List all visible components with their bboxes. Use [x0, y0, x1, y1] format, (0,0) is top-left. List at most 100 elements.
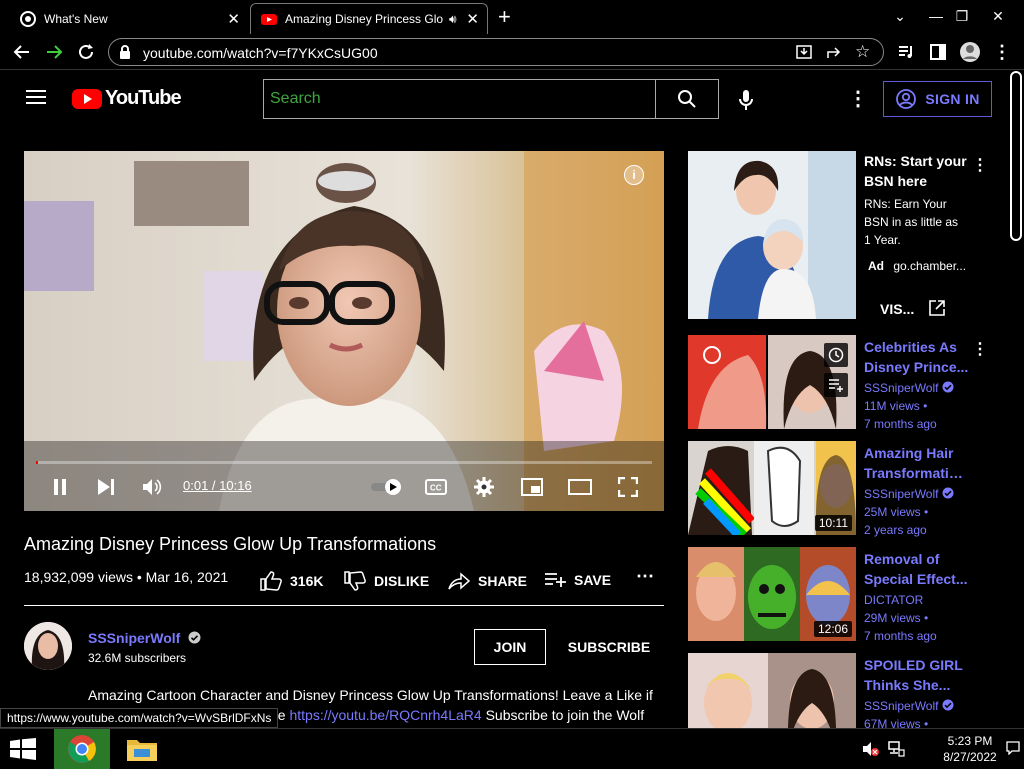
channel-avatar[interactable] [24, 622, 72, 670]
windows-start-icon[interactable] [10, 738, 36, 765]
tab-search-icon[interactable]: ⌄ [880, 2, 920, 30]
recommendation-channel[interactable]: DICTATOR [864, 593, 923, 607]
system-clock[interactable]: 5:23 PM 8/27/2022 [940, 733, 1000, 765]
close-tab-icon[interactable]: ✕ [227, 10, 240, 28]
share-button[interactable]: SHARE [448, 571, 527, 591]
sign-in-button[interactable]: SIGN IN [883, 81, 992, 117]
settings-kebab-icon[interactable]: ⋮ [848, 86, 868, 111]
lock-icon[interactable] [119, 44, 131, 65]
settings-gear-icon[interactable] [472, 475, 496, 499]
dislike-button[interactable]: DISLIKE [344, 571, 429, 591]
search-input[interactable]: Search [263, 79, 656, 119]
description-link[interactable]: https://youtu.be/RQCnrh4LaR4 [289, 707, 481, 723]
recommendation-more-icon[interactable]: ⋮ [972, 339, 988, 359]
recommendation-item[interactable]: SPOILED GIRL Thinks She... SSSniperWolf … [688, 653, 1008, 728]
player-controls: 0:01 / 10:16 CC [24, 461, 664, 511]
file-explorer-icon[interactable] [126, 736, 158, 767]
install-icon[interactable] [795, 43, 813, 66]
reading-list-icon[interactable] [894, 40, 918, 64]
close-window-button[interactable]: ✕ [978, 2, 1018, 30]
subscriber-count: 32.6M subscribers [88, 651, 187, 665]
share-icon[interactable] [825, 43, 843, 66]
next-icon[interactable] [94, 475, 118, 499]
recommendation-title[interactable]: Thinks She... [864, 675, 969, 695]
sign-in-label: SIGN IN [925, 91, 980, 107]
miniplayer-icon[interactable] [520, 475, 544, 499]
youtube-favicon-icon [261, 11, 277, 27]
forward-button[interactable] [42, 40, 66, 64]
recommendation-channel[interactable]: SSSniperWolf [864, 487, 954, 501]
recommendation-item[interactable]: 10:11 Amazing Hair Transformatio... SSSn… [688, 441, 1008, 537]
video-thumbnail[interactable] [688, 335, 856, 429]
video-player[interactable]: i 0:01 / 10:16 CC [24, 151, 664, 511]
back-button[interactable] [10, 40, 34, 64]
recommendation-title[interactable]: Special Effect... [864, 569, 969, 589]
autoplay-toggle[interactable] [370, 475, 404, 499]
ad-thumbnail[interactable] [688, 151, 856, 319]
progress-track[interactable] [36, 461, 652, 464]
video-thumbnail[interactable]: 10:11 [688, 441, 856, 535]
ad-title[interactable]: RNs: Start your BSN here [864, 151, 969, 191]
channel-text: SSSniperWolf [864, 699, 939, 713]
volume-icon[interactable] [140, 475, 164, 499]
notifications-icon[interactable] [1006, 741, 1020, 760]
recommendation-title[interactable]: SPOILED GIRL [864, 655, 969, 675]
search-button[interactable] [655, 79, 719, 119]
channel-name[interactable]: SSSniperWolf [88, 630, 201, 646]
tab-whats-new[interactable]: What's New ✕ [8, 3, 248, 34]
like-button[interactable]: 316K [260, 571, 323, 591]
address-bar[interactable]: youtube.com/watch?v=f7YKxCsUG00 ☆ [108, 38, 884, 66]
watch-later-icon[interactable] [824, 343, 848, 367]
ad-more-icon[interactable]: ⋮ [972, 155, 988, 175]
recommendation-title[interactable]: Amazing Hair [864, 443, 969, 463]
ad-card[interactable]: RNs: Start your BSN here RNs: Earn Your … [688, 151, 1008, 321]
pause-icon[interactable] [48, 475, 72, 499]
microphone-icon[interactable] [738, 89, 754, 116]
close-tab-icon[interactable]: ✕ [466, 10, 479, 28]
recommendation-age: 7 months ago [864, 417, 937, 431]
description-line-1: Amazing Cartoon Character and Disney Pri… [88, 687, 653, 703]
menu-kebab-icon[interactable]: ⋮ [990, 40, 1014, 64]
tab-label: Amazing Disney Princess Glo [285, 12, 444, 26]
recommendation-channel[interactable]: SSSniperWolf [864, 699, 954, 713]
channel-name-text: SSSniperWolf [88, 630, 181, 646]
restore-button[interactable]: ❐ [942, 2, 982, 30]
recommendation-item[interactable]: Celebrities As Disney Prince... SSSniper… [688, 335, 1008, 431]
new-tab-button[interactable]: + [498, 4, 511, 30]
chrome-taskbar-button[interactable] [54, 729, 110, 769]
visit-site-button[interactable]: VIS... [880, 301, 914, 317]
save-button[interactable]: SAVE [544, 571, 611, 589]
hamburger-menu-icon[interactable] [26, 89, 46, 110]
recommendation-item[interactable]: 12:06 Removal of Special Effect... DICTA… [688, 547, 1008, 643]
subscribe-button[interactable]: SUBSCRIBE [566, 629, 652, 665]
add-to-queue-icon[interactable] [824, 373, 848, 397]
status-bar-url: https://www.youtube.com/watch?v=WvSBrlDF… [0, 708, 279, 728]
side-panel-icon[interactable] [926, 40, 950, 64]
bookmark-star-icon[interactable]: ☆ [855, 42, 870, 62]
volume-muted-icon[interactable] [862, 741, 880, 762]
more-actions-icon[interactable]: ⋯ [636, 566, 654, 587]
profile-avatar-icon[interactable] [958, 40, 982, 64]
reload-button[interactable] [74, 40, 98, 64]
info-icon[interactable]: i [624, 165, 644, 185]
recommendation-title[interactable]: Removal of [864, 549, 969, 569]
recommendation-title[interactable]: Celebrities As [864, 337, 969, 357]
theater-mode-icon[interactable] [568, 475, 592, 499]
recommendation-title[interactable]: Transformatio... [864, 463, 969, 483]
tab-youtube-video[interactable]: Amazing Disney Princess Glo 🔊︎ ✕ [250, 3, 488, 34]
captions-icon[interactable]: CC [424, 475, 448, 499]
progress-fill [36, 461, 39, 464]
youtube-logo[interactable]: YouTube [72, 87, 182, 110]
verified-check-icon [942, 699, 954, 711]
fullscreen-icon[interactable] [616, 475, 640, 499]
scrollbar-thumb[interactable] [1010, 71, 1022, 241]
join-button[interactable]: JOIN [474, 629, 546, 665]
video-thumbnail[interactable] [688, 653, 856, 728]
recommendation-channel[interactable]: SSSniperWolf [864, 381, 954, 395]
url-text[interactable]: youtube.com/watch?v=f7YKxCsUG00 [143, 45, 378, 61]
video-thumbnail[interactable]: 12:06 [688, 547, 856, 641]
network-icon[interactable] [887, 741, 905, 762]
speaker-icon[interactable]: 🔊︎ [449, 12, 457, 27]
external-link-icon[interactable] [928, 299, 946, 322]
recommendation-title[interactable]: Disney Prince... [864, 357, 969, 377]
